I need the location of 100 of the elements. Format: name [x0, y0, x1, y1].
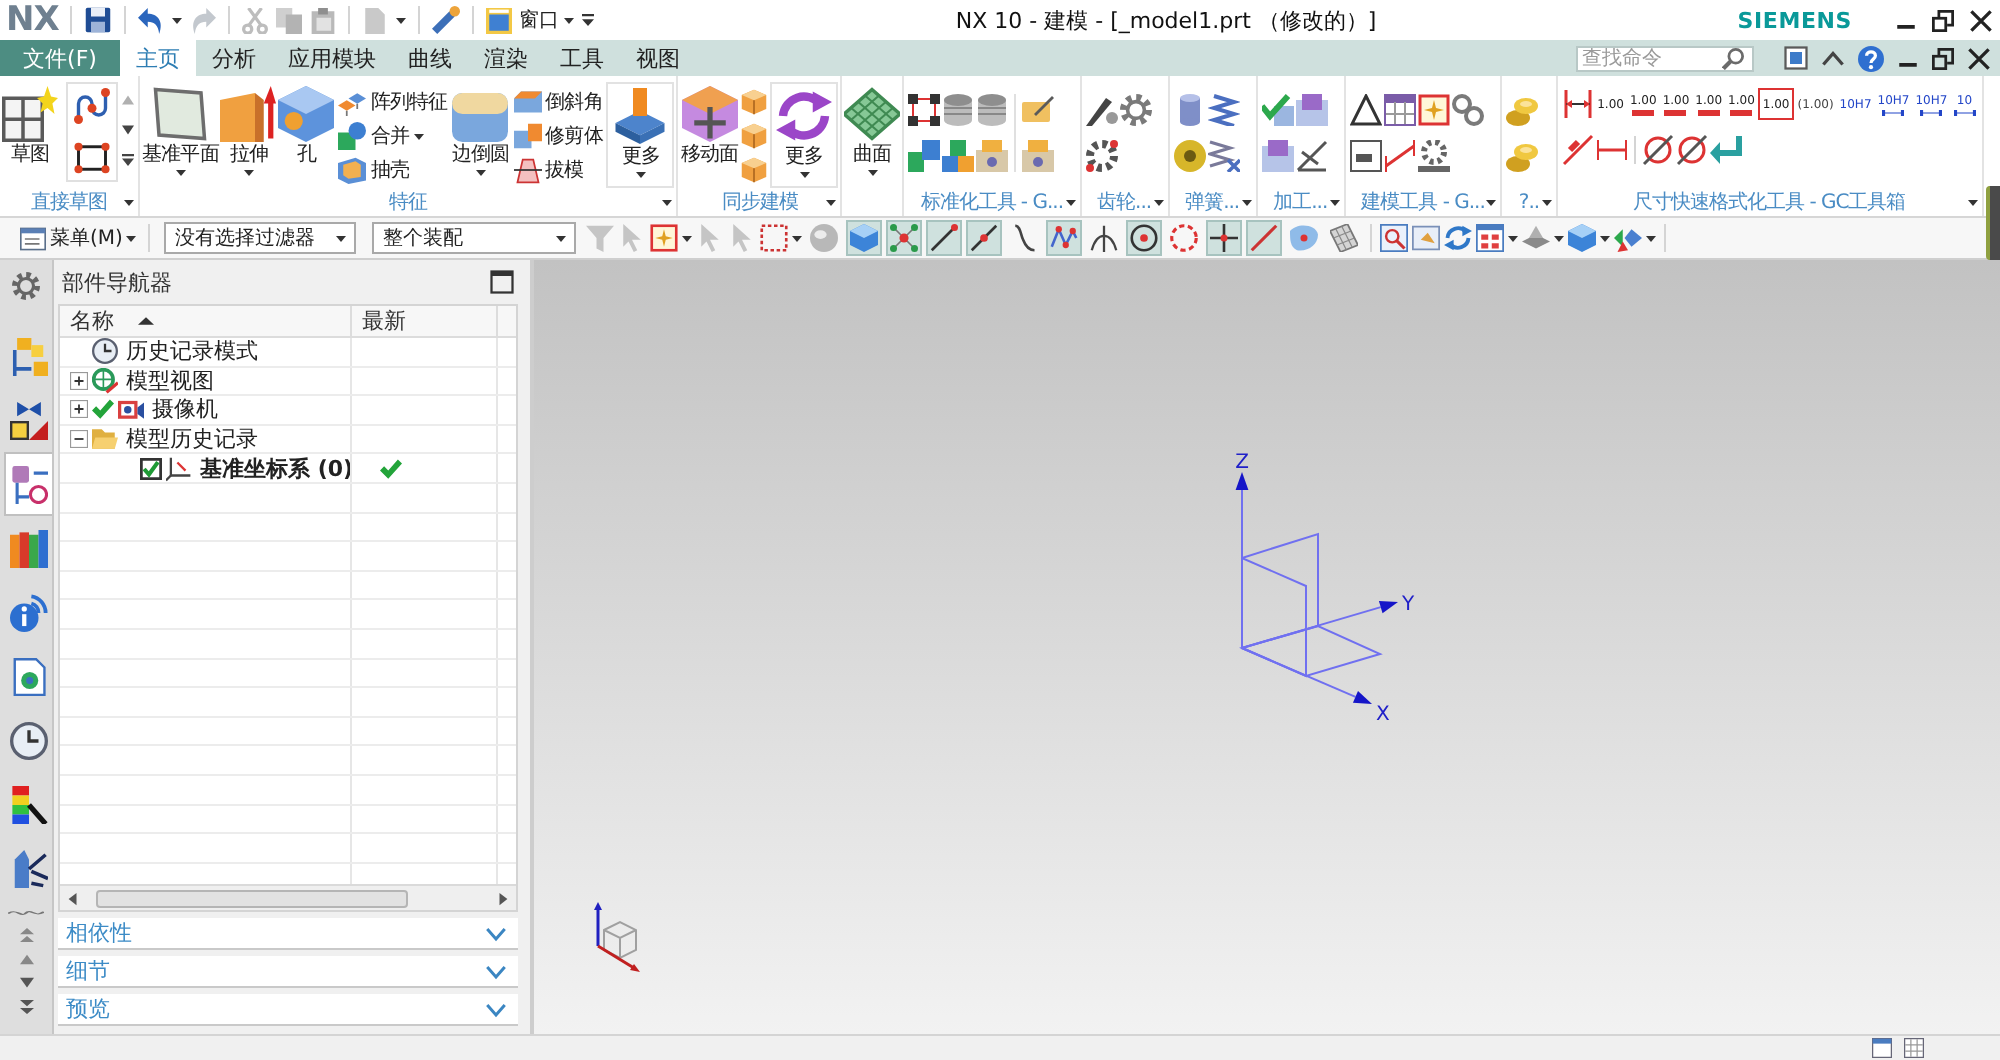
star-box-icon[interactable]: [650, 224, 679, 252]
column-header[interactable]: 最新: [352, 306, 498, 336]
return-arrow-icon[interactable]: [1709, 134, 1742, 166]
layered-box-icon[interactable]: [1261, 140, 1294, 172]
collapsible-section[interactable]: 相依性: [58, 918, 518, 950]
ribbon-tab[interactable]: 曲线: [392, 40, 468, 76]
check-block-icon[interactable]: [1261, 94, 1294, 126]
restore-icon[interactable]: [1932, 9, 1954, 31]
panel-icon[interactable]: [1349, 140, 1382, 172]
caret-icon[interactable]: [1329, 200, 1340, 206]
dock-handle[interactable]: [1986, 186, 2000, 260]
checkbox[interactable]: [140, 457, 162, 480]
diameter-icon[interactable]: [1641, 134, 1674, 166]
caret-down-icon[interactable]: [122, 124, 134, 136]
gear-icon[interactable]: [1119, 94, 1152, 126]
caret-icon[interactable]: [396, 17, 407, 23]
toggle-button[interactable]: [886, 220, 923, 256]
plus-box-icon[interactable]: [70, 400, 88, 419]
caret-icon[interactable]: [1508, 235, 1519, 241]
gear-dots-icon[interactable]: [1085, 140, 1118, 172]
dotted-box-icon[interactable]: [760, 224, 789, 252]
chevron-up-icon[interactable]: [1822, 47, 1844, 69]
maximize-icon[interactable]: [490, 270, 514, 294]
node-grid-icon[interactable]: [908, 94, 941, 126]
ribbon-button[interactable]: 阵列特征: [336, 86, 450, 118]
diameter-icon[interactable]: [1675, 134, 1708, 166]
chain-icon[interactable]: [1451, 94, 1484, 126]
help-icon[interactable]: [1858, 45, 1884, 71]
caret-icon[interactable]: [124, 200, 134, 206]
wand-icon[interactable]: [432, 6, 461, 34]
caret-icon[interactable]: [1600, 235, 1611, 241]
cube-icon[interactable]: [740, 156, 769, 184]
caret-icon[interactable]: [1541, 200, 1552, 206]
tree-node-label[interactable]: 历史记录模式: [126, 338, 258, 365]
restore-icon[interactable]: [1932, 47, 1954, 69]
caret-icon[interactable]: [792, 235, 803, 241]
caret-icon[interactable]: [172, 17, 183, 23]
file-menu-button[interactable]: 文件(F): [0, 40, 120, 76]
ribbon-tab[interactable]: 工具: [544, 40, 620, 76]
window-menu-button[interactable]: 窗口: [486, 6, 575, 34]
toggle-button[interactable]: [1326, 220, 1363, 256]
toggle-button[interactable]: [1126, 220, 1163, 256]
cube-icon[interactable]: [740, 122, 769, 150]
cube-icon[interactable]: [740, 88, 769, 116]
arrows-shape-icon[interactable]: [1614, 224, 1643, 252]
toggle-button[interactable]: [806, 220, 843, 256]
ribbon-tab[interactable]: 分析: [196, 40, 272, 76]
caret-icon[interactable]: [1646, 235, 1657, 241]
caret-bar-down-icon[interactable]: [122, 154, 134, 166]
scrollbar-thumb[interactable]: [96, 889, 408, 907]
layered-box-icon[interactable]: [1295, 94, 1328, 126]
ribbon-tab[interactable]: 应用模块: [272, 40, 392, 76]
ribbon-button[interactable]: 更多: [606, 82, 675, 188]
double-up-icon[interactable]: [19, 928, 33, 942]
caret-icon[interactable]: [662, 200, 673, 206]
graphics-window[interactable]: X Y Z: [534, 260, 2000, 1034]
dimension-bracket-icon[interactable]: [1561, 88, 1594, 120]
puzzle-icon[interactable]: [908, 140, 941, 172]
tree-node-label[interactable]: 摄像机: [152, 396, 218, 423]
caret-icon[interactable]: [1065, 200, 1076, 206]
ribbon-button[interactable]: 倒斜角: [511, 86, 605, 118]
arrow-left-icon[interactable]: [66, 891, 80, 905]
caret-icon[interactable]: [1554, 235, 1565, 241]
drum-stack-icon[interactable]: [976, 94, 1009, 126]
angle-lines-icon[interactable]: [1295, 140, 1328, 172]
ribbon-tab[interactable]: 主页: [120, 40, 196, 76]
collapsible-section[interactable]: 细节: [58, 956, 518, 988]
scope-filter-dropdown[interactable]: 整个装配: [372, 222, 577, 254]
zoom-box-icon[interactable]: [1380, 224, 1409, 252]
clipboard-icon[interactable]: [310, 7, 337, 33]
toggle-button[interactable]: [966, 220, 1003, 256]
pencil-gear-icon[interactable]: [1085, 94, 1118, 126]
settings-icon[interactable]: [12, 272, 40, 300]
caret-icon[interactable]: [1967, 200, 1978, 206]
close-icon[interactable]: [1968, 47, 1990, 69]
toggle-button[interactable]: [1246, 220, 1283, 256]
save-icon[interactable]: [84, 6, 113, 34]
caret-icon[interactable]: [1241, 200, 1252, 206]
small-grid-icon[interactable]: [1904, 1038, 1924, 1058]
caret-bar-icon[interactable]: [582, 14, 595, 26]
ribbon-tab[interactable]: 渲染: [468, 40, 544, 76]
dimension-line-icon[interactable]: [1595, 134, 1628, 166]
ruler-icon[interactable]: [1383, 140, 1416, 172]
small-gear-icon[interactable]: [1417, 140, 1450, 172]
type-filter-dropdown[interactable]: 没有选择过滤器: [164, 222, 357, 254]
tree-node-label[interactable]: 模型视图: [126, 367, 214, 394]
column-header[interactable]: 名称: [60, 306, 352, 336]
search-field[interactable]: 查找命令: [1576, 45, 1754, 71]
tag-icon[interactable]: [1022, 94, 1055, 126]
arrow-right-icon[interactable]: [496, 891, 510, 905]
toggle-button[interactable]: [846, 220, 883, 256]
table-icon[interactable]: [1383, 94, 1416, 126]
caret-icon[interactable]: [682, 235, 693, 241]
ribbon-tab[interactable]: 视图: [620, 40, 696, 76]
spring-icon[interactable]: [1207, 94, 1240, 126]
collapsible-section[interactable]: 预览: [58, 994, 518, 1026]
window-grid-icon[interactable]: [1476, 224, 1505, 252]
package-icon[interactable]: [1022, 140, 1055, 172]
menu-button[interactable]: 菜单(M): [16, 224, 141, 252]
solid-cube-icon[interactable]: [1568, 224, 1597, 252]
